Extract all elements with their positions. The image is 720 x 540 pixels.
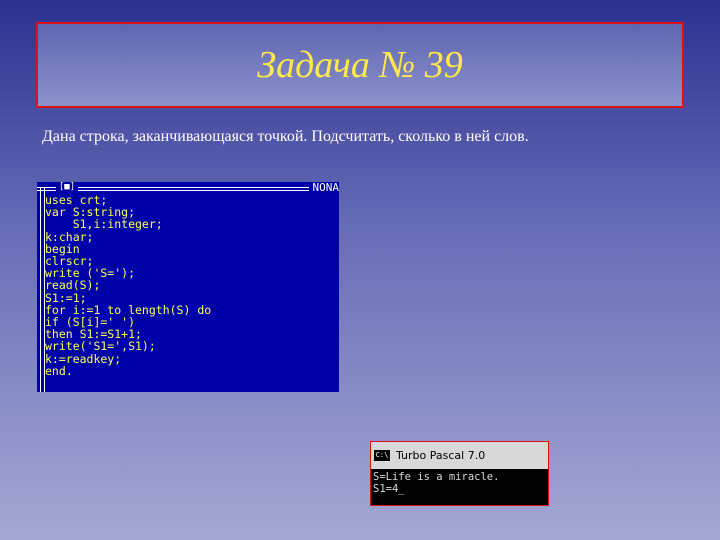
code-line: S1,i:integer; xyxy=(45,217,163,232)
output-titlebar: C:\ Turbo Pascal 7.0 xyxy=(371,442,548,469)
output-console-window[interactable]: C:\ Turbo Pascal 7.0 S=Life is a miracle… xyxy=(370,441,549,506)
output-window-title: Turbo Pascal 7.0 xyxy=(396,449,486,462)
code-line: end. xyxy=(45,363,73,378)
task-description: Дана строка, заканчивающаяся точкой. Под… xyxy=(42,128,529,145)
code-line: k:=readkey; xyxy=(45,351,122,366)
title-box: Задача № 39 xyxy=(36,22,684,108)
code-line: read(S); xyxy=(45,278,101,293)
code-line: write('S1=',S1); xyxy=(45,339,156,354)
output-line: S=Life is a miracle. xyxy=(373,471,500,483)
output-console-text: S=Life is a miracle. S1=4_ xyxy=(371,469,548,495)
console-icon: C:\ xyxy=(374,450,390,461)
close-icon: [■] xyxy=(58,182,76,192)
code-line: S1:=1; xyxy=(45,290,87,305)
code-editor-window[interactable]: [■] NONA uses crt; var S:string; S1,i:int… xyxy=(37,182,339,392)
code-line: k:char; xyxy=(45,229,94,244)
slide-title: Задача № 39 xyxy=(257,44,463,86)
editor-close-button[interactable]: [■] xyxy=(56,182,78,192)
output-line: S1=4_ xyxy=(373,483,405,495)
editor-window-name: NONA xyxy=(308,182,339,193)
code-listing[interactable]: uses crt; var S:string; S1,i:integer; k:ch… xyxy=(45,194,211,377)
